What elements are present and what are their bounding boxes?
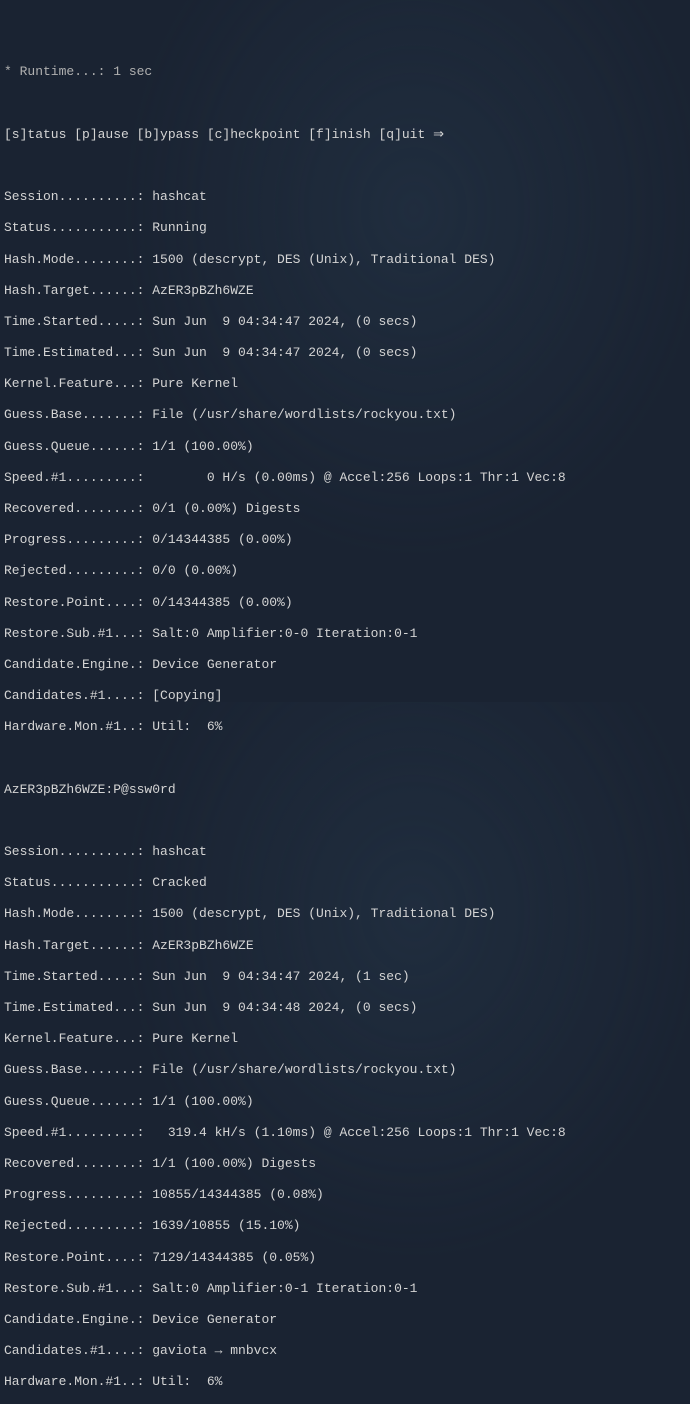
runtime-line: * Runtime...: 1 sec [4,64,686,80]
menu-line[interactable]: [s]tatus [p]ause [b]ypass [c]heckpoint [… [4,127,686,143]
hardware-mon-line: Hardware.Mon.#1..: Util: 6% [4,719,686,735]
time-estimated-line: Time.Estimated...: Sun Jun 9 04:34:48 20… [4,1000,686,1016]
blank-line [4,751,686,767]
hardware-mon-line: Hardware.Mon.#1..: Util: 6% [4,1374,686,1390]
session-line: Session..........: hashcat [4,844,686,860]
restore-point-line: Restore.Point....: 7129/14344385 (0.05%) [4,1250,686,1266]
candidate-engine-line: Candidate.Engine.: Device Generator [4,1312,686,1328]
speed-line: Speed.#1.........: 0 H/s (0.00ms) @ Acce… [4,470,686,486]
restore-sub-line: Restore.Sub.#1...: Salt:0 Amplifier:0-0 … [4,626,686,642]
rejected-line: Rejected.........: 1639/10855 (15.10%) [4,1218,686,1234]
status-line: Status...........: Running [4,220,686,236]
recovered-line: Recovered........: 1/1 (100.00%) Digests [4,1156,686,1172]
time-estimated-line: Time.Estimated...: Sun Jun 9 04:34:47 20… [4,345,686,361]
time-started-line: Time.Started.....: Sun Jun 9 04:34:47 20… [4,969,686,985]
hash-target-line: Hash.Target......: AzER3pBZh6WZE [4,283,686,299]
blank-line [4,158,686,174]
progress-line: Progress.........: 10855/14344385 (0.08%… [4,1187,686,1203]
kernel-feature-line: Kernel.Feature...: Pure Kernel [4,1031,686,1047]
restore-point-line: Restore.Point....: 0/14344385 (0.00%) [4,595,686,611]
hash-mode-line: Hash.Mode........: 1500 (descrypt, DES (… [4,906,686,922]
guess-queue-line: Guess.Queue......: 1/1 (100.00%) [4,1094,686,1110]
rejected-line: Rejected.........: 0/0 (0.00%) [4,563,686,579]
candidate-engine-line: Candidate.Engine.: Device Generator [4,657,686,673]
cracked-result-line: AzER3pBZh6WZE:P@ssw0rd [4,782,686,798]
speed-line: Speed.#1.........: 319.4 kH/s (1.10ms) @… [4,1125,686,1141]
guess-base-line: Guess.Base.......: File (/usr/share/word… [4,1062,686,1078]
recovered-line: Recovered........: 0/1 (0.00%) Digests [4,501,686,517]
hash-target-line: Hash.Target......: AzER3pBZh6WZE [4,938,686,954]
status-line: Status...........: Cracked [4,875,686,891]
candidates-line: Candidates.#1....: [Copying] [4,688,686,704]
hash-mode-line: Hash.Mode........: 1500 (descrypt, DES (… [4,252,686,268]
session-line: Session..........: hashcat [4,189,686,205]
time-started-line: Time.Started.....: Sun Jun 9 04:34:47 20… [4,314,686,330]
blank-line [4,813,686,829]
progress-line: Progress.........: 0/14344385 (0.00%) [4,532,686,548]
kernel-feature-line: Kernel.Feature...: Pure Kernel [4,376,686,392]
guess-base-line: Guess.Base.......: File (/usr/share/word… [4,407,686,423]
blank-line [4,96,686,112]
restore-sub-line: Restore.Sub.#1...: Salt:0 Amplifier:0-1 … [4,1281,686,1297]
candidates-line: Candidates.#1....: gaviota → mnbvcx [4,1343,686,1359]
guess-queue-line: Guess.Queue......: 1/1 (100.00%) [4,439,686,455]
